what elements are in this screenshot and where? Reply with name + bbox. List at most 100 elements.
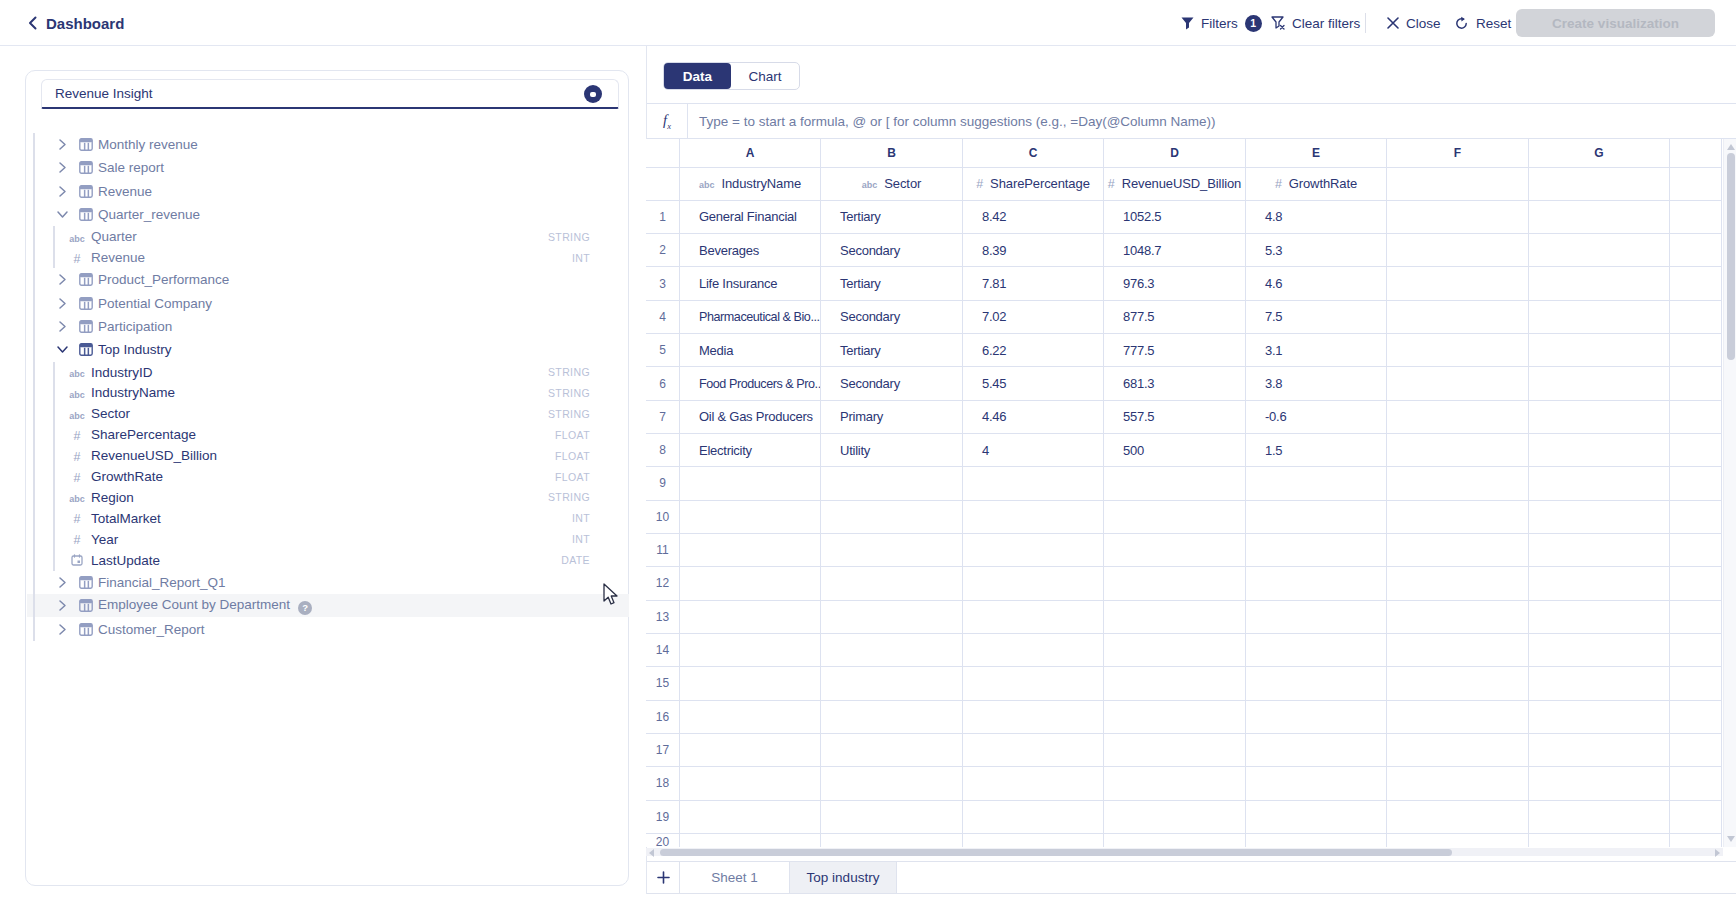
scroll-right-arrow[interactable] xyxy=(1715,849,1720,857)
grid-cell[interactable] xyxy=(1529,667,1670,700)
grid-cell[interactable]: 4.8 xyxy=(1246,201,1387,234)
grid-cell[interactable]: 4 xyxy=(963,434,1104,467)
grid-cell[interactable] xyxy=(963,501,1104,534)
grid-cell[interactable]: 5.45 xyxy=(963,367,1104,400)
formula-input[interactable]: Type = to start a formula, @ or [ for co… xyxy=(699,104,1216,138)
tree-table-revenue[interactable]: Revenue xyxy=(27,179,629,202)
row-number[interactable]: 18 xyxy=(646,767,680,800)
grid-cell[interactable]: 777.5 xyxy=(1104,334,1246,367)
grid-cell[interactable]: General Financial xyxy=(680,201,821,234)
grid-cell[interactable] xyxy=(1104,801,1246,834)
grid-cell[interactable] xyxy=(680,667,821,700)
grid-cell[interactable] xyxy=(1670,567,1722,600)
grid-cell[interactable] xyxy=(1104,734,1246,767)
vertical-scroll-thumb[interactable] xyxy=(1727,153,1735,360)
grid-cell[interactable] xyxy=(1670,234,1722,267)
grid-cell[interactable]: 1.5 xyxy=(1246,434,1387,467)
row-number[interactable]: 2 xyxy=(646,234,680,267)
create-visualization-button[interactable]: Create visualization xyxy=(1516,9,1715,37)
grid-cell[interactable] xyxy=(1246,634,1387,667)
grid-cell[interactable] xyxy=(1387,301,1529,334)
grid-cell[interactable] xyxy=(1104,767,1246,800)
grid-cell[interactable] xyxy=(821,467,963,500)
grid-cell[interactable]: Tertiary xyxy=(821,334,963,367)
chevron-right-icon[interactable] xyxy=(56,138,69,151)
grid-cell[interactable] xyxy=(680,701,821,734)
grid-cell[interactable] xyxy=(1387,667,1529,700)
grid-cell[interactable] xyxy=(963,601,1104,634)
grid-cell[interactable] xyxy=(1387,601,1529,634)
chevron-down-icon[interactable] xyxy=(56,208,69,221)
filters-button[interactable]: Filters 1 xyxy=(1181,0,1262,46)
help-icon[interactable]: ? xyxy=(298,601,312,615)
tree-table-customer-report[interactable]: Customer_Report xyxy=(27,617,629,640)
grid-cell[interactable] xyxy=(963,467,1104,500)
grid-cell[interactable]: 4.6 xyxy=(1246,267,1387,300)
grid-cell[interactable] xyxy=(1670,667,1722,700)
grid-cell[interactable] xyxy=(1670,701,1722,734)
sheet-tab-sheet-1[interactable]: Sheet 1 xyxy=(680,862,790,893)
grid-cell[interactable] xyxy=(680,734,821,767)
clear-filters-button[interactable]: Clear filters xyxy=(1271,0,1360,46)
row-number[interactable]: 3 xyxy=(646,267,680,300)
grid-cell[interactable] xyxy=(680,601,821,634)
column-letter[interactable]: A xyxy=(680,139,821,168)
scroll-up-arrow[interactable] xyxy=(1727,144,1735,150)
tree-table-sale-report[interactable]: Sale report xyxy=(27,156,629,179)
grid-cell[interactable] xyxy=(1246,534,1387,567)
tree-table-potential-company[interactable]: Potential Company xyxy=(27,291,629,314)
grid-cell[interactable] xyxy=(821,834,963,847)
grid-cell[interactable] xyxy=(1387,701,1529,734)
grid-cell[interactable]: 8.42 xyxy=(963,201,1104,234)
field-header-cell[interactable]: abcSector xyxy=(821,168,963,201)
grid-cell[interactable] xyxy=(1529,367,1670,400)
grid-cell[interactable] xyxy=(1246,467,1387,500)
scroll-left-arrow[interactable] xyxy=(649,849,654,857)
row-number[interactable]: 14 xyxy=(646,634,680,667)
grid-cell[interactable] xyxy=(1529,701,1670,734)
field-header-cell[interactable]: abcIndustryName xyxy=(680,168,821,201)
row-number[interactable]: 9 xyxy=(646,467,680,500)
grid-cell[interactable] xyxy=(1246,734,1387,767)
column-letter[interactable]: G xyxy=(1529,139,1670,168)
grid-cell[interactable] xyxy=(1104,834,1246,847)
row-number[interactable]: 10 xyxy=(646,501,680,534)
grid-cell[interactable]: 5.3 xyxy=(1246,234,1387,267)
grid-corner-cell[interactable] xyxy=(646,139,680,168)
grid-cell[interactable] xyxy=(1246,834,1387,847)
row-number[interactable]: 19 xyxy=(646,801,680,834)
grid-cell[interactable] xyxy=(1670,334,1722,367)
tab-data[interactable]: Data xyxy=(664,63,731,89)
grid-cell[interactable]: Tertiary xyxy=(821,201,963,234)
field-header-cell[interactable]: #RevenueUSD_Billion xyxy=(1104,168,1246,201)
horizontal-scroll-thumb[interactable] xyxy=(660,849,1452,856)
grid-cell[interactable] xyxy=(1387,801,1529,834)
chevron-right-icon[interactable] xyxy=(56,599,69,612)
grid-cell[interactable] xyxy=(680,467,821,500)
sheet-tab-top-industry[interactable]: Top industry xyxy=(790,862,897,893)
grid-cell[interactable] xyxy=(1387,534,1529,567)
chevron-right-icon[interactable] xyxy=(56,185,69,198)
grid-cell[interactable] xyxy=(680,801,821,834)
tree-field-revenueusd_billion[interactable]: #RevenueUSD_BillionFLOAT xyxy=(27,445,629,466)
grid-cell[interactable] xyxy=(1529,434,1670,467)
row-number[interactable]: 6 xyxy=(646,367,680,400)
grid-cell[interactable] xyxy=(1387,467,1529,500)
grid-cell[interactable] xyxy=(963,734,1104,767)
row-number[interactable]: 1 xyxy=(646,201,680,234)
chevron-right-icon[interactable] xyxy=(56,161,69,174)
grid-cell[interactable]: Secondary xyxy=(821,301,963,334)
column-letter[interactable]: F xyxy=(1387,139,1529,168)
grid-cell[interactable] xyxy=(1387,501,1529,534)
grid-cell[interactable]: Tertiary xyxy=(821,267,963,300)
grid-cell[interactable] xyxy=(1246,667,1387,700)
grid-cell[interactable] xyxy=(1670,467,1722,500)
grid-cell[interactable] xyxy=(1670,267,1722,300)
grid-cell[interactable] xyxy=(1529,534,1670,567)
tree-field-year[interactable]: #YearINT xyxy=(27,529,629,550)
field-header-cell[interactable] xyxy=(1529,168,1670,201)
field-header-cell[interactable] xyxy=(1387,168,1529,201)
column-letter[interactable]: E xyxy=(1246,139,1387,168)
grid-cell[interactable]: -0.6 xyxy=(1246,401,1387,434)
add-sheet-button[interactable] xyxy=(647,862,680,893)
